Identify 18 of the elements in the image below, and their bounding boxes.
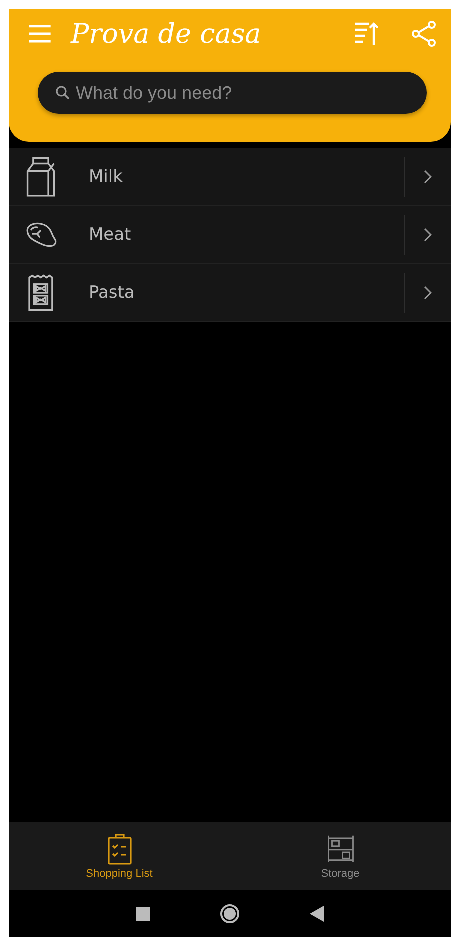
chevron-right-icon <box>424 170 432 184</box>
item-label: Milk <box>88 166 124 186</box>
chevron-right-icon <box>424 286 432 300</box>
item-label: Meat <box>88 224 132 244</box>
nav-tab[interactable]: Shopping List <box>9 822 230 890</box>
item-label: Pasta <box>88 282 136 302</box>
list-item[interactable]: Meat <box>9 206 451 264</box>
clipboard-checklist-icon <box>106 832 134 864</box>
search-field[interactable]: What do you need? <box>38 72 427 114</box>
list-item[interactable]: Pasta <box>9 264 451 322</box>
nav-tab[interactable]: Storage <box>230 822 451 890</box>
chevron-right-icon <box>424 228 432 242</box>
milk-carton-icon <box>24 156 58 198</box>
recents-icon[interactable] <box>136 906 150 920</box>
back-icon[interactable] <box>310 906 324 922</box>
app-title: Prova de casa <box>71 18 262 50</box>
home-icon[interactable] <box>220 904 240 924</box>
list-item[interactable]: Milk <box>9 148 451 206</box>
